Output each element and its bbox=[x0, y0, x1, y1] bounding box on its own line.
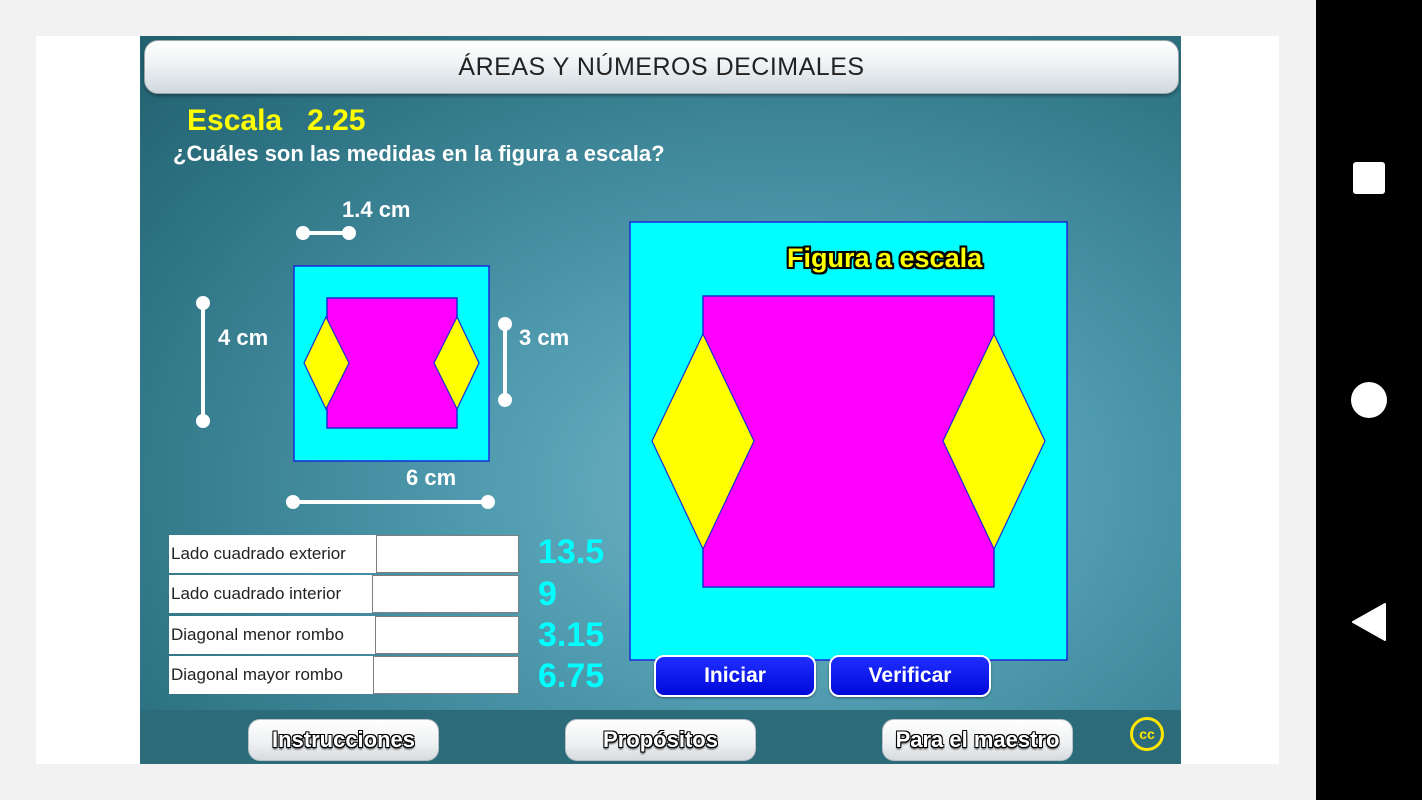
dimension-line-bottom bbox=[286, 495, 495, 509]
label-major-diagonal: Diagonal mayor rombo bbox=[169, 656, 375, 694]
label-outer-side: Lado cuadrado exterior bbox=[169, 535, 378, 573]
dimension-line-top bbox=[296, 226, 356, 240]
triangle-back-icon[interactable] bbox=[1352, 603, 1386, 641]
dimension-line-right bbox=[498, 317, 512, 407]
scaled-figure-title: Figura a escala bbox=[787, 243, 983, 273]
answer-minor-diagonal: 3.15 bbox=[538, 616, 605, 654]
creative-commons-icon[interactable]: cc bbox=[1130, 717, 1164, 751]
purposes-button[interactable]: Propósitos bbox=[565, 719, 756, 761]
answer-outer-side: 13.5 bbox=[538, 533, 605, 571]
instructions-button[interactable]: Instrucciones bbox=[248, 719, 439, 761]
answer-inner-side: 9 bbox=[538, 575, 557, 613]
answer-major-diagonal: 6.75 bbox=[538, 657, 605, 695]
outer-side-input[interactable] bbox=[376, 535, 519, 573]
activity-stage: ÁREAS Y NÚMEROS DECIMALES Escala 2.25 ¿C… bbox=[140, 36, 1181, 764]
label-inner-side: Lado cuadrado interior bbox=[169, 575, 374, 613]
scaled-figure bbox=[629, 221, 1068, 661]
dimension-label-left: 4 cm bbox=[218, 325, 269, 350]
minor-diagonal-input[interactable] bbox=[375, 616, 519, 654]
square-icon[interactable] bbox=[1353, 162, 1385, 194]
circle-icon[interactable] bbox=[1351, 382, 1387, 418]
verify-button[interactable]: Verificar bbox=[829, 655, 991, 697]
dimension-label-bottom: 6 cm bbox=[406, 465, 457, 490]
dimension-label-top: 1.4 cm bbox=[342, 197, 411, 222]
inner-side-input[interactable] bbox=[372, 575, 519, 613]
dimension-line-left bbox=[196, 296, 210, 428]
major-diagonal-input[interactable] bbox=[373, 656, 519, 694]
start-button[interactable]: Iniciar bbox=[654, 655, 816, 697]
dimension-label-right: 3 cm bbox=[519, 325, 570, 350]
android-navigation-bar bbox=[1316, 0, 1422, 800]
label-minor-diagonal: Diagonal menor rombo bbox=[169, 616, 377, 654]
teacher-button[interactable]: Para el maestro bbox=[882, 719, 1073, 761]
